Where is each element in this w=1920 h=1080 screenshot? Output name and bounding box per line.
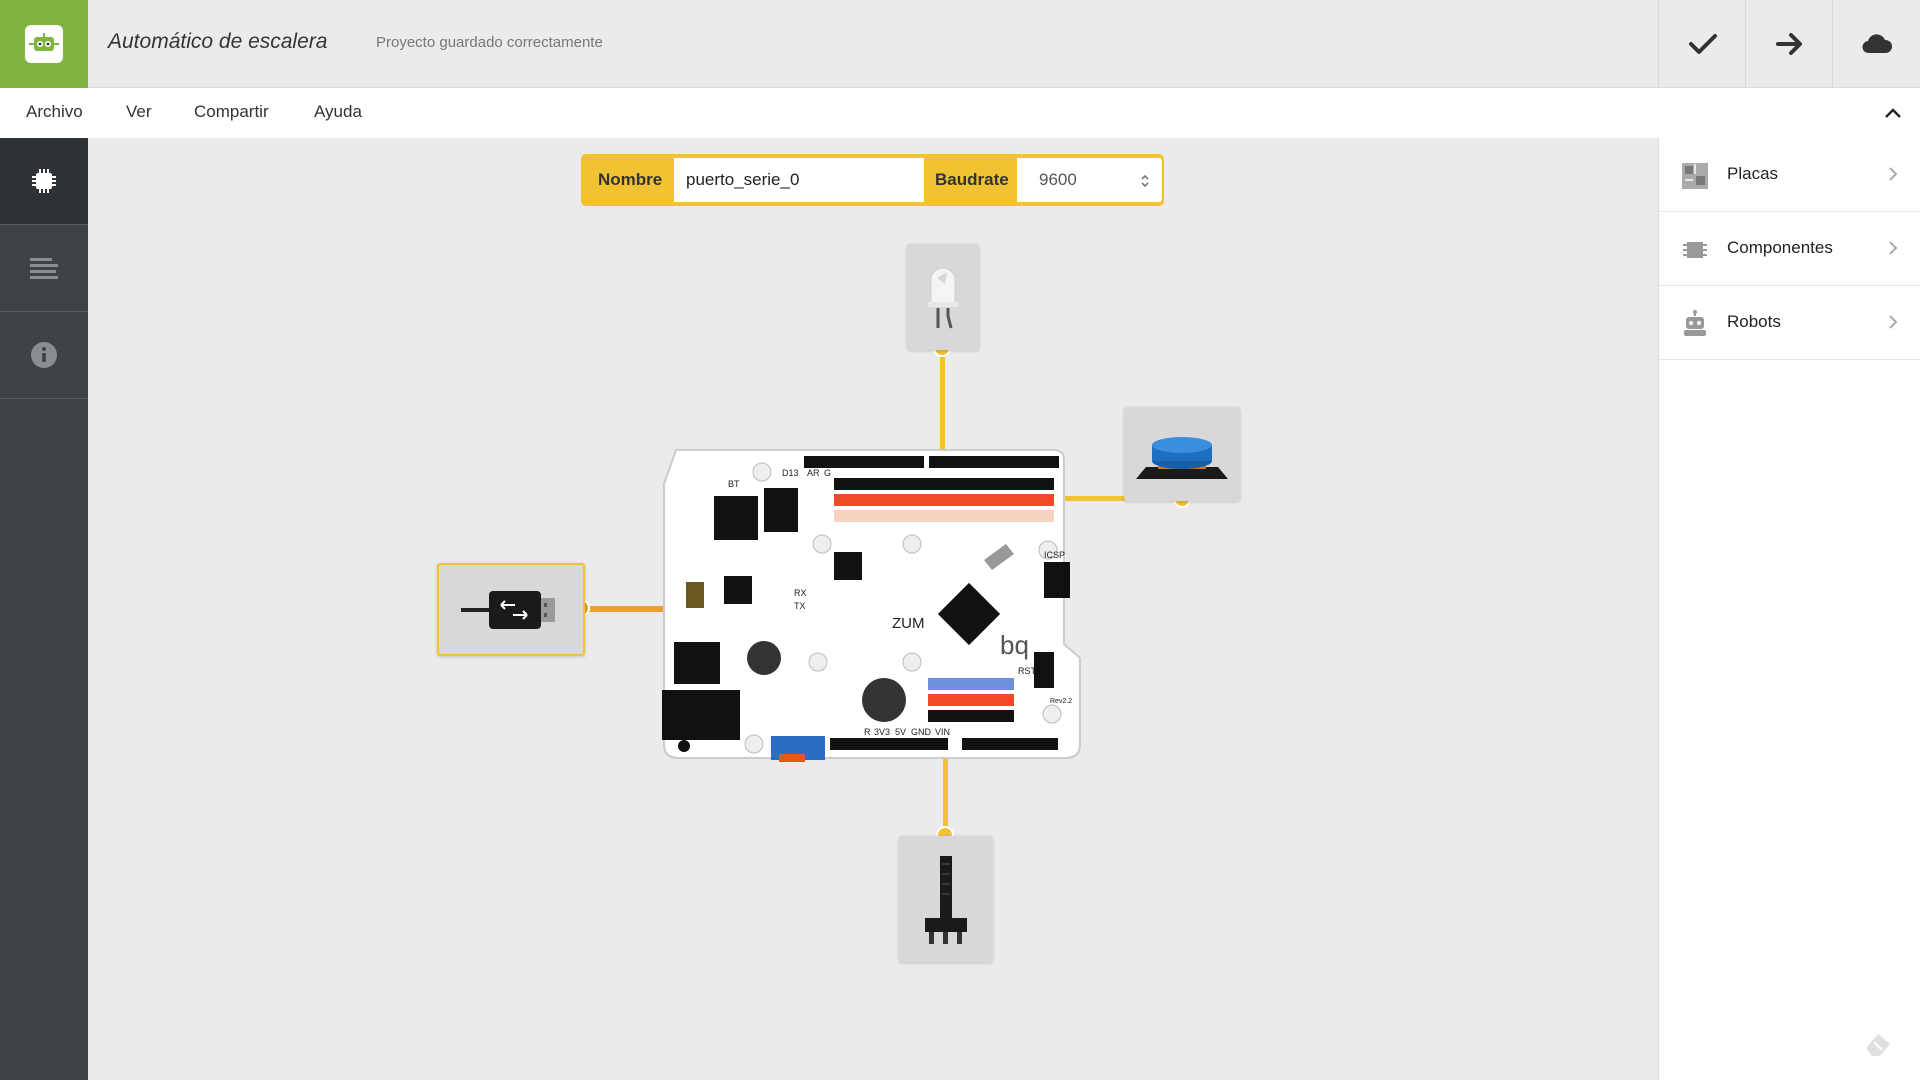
baudrate-label: Baudrate xyxy=(935,170,1009,189)
sidebar-item-label: Placas xyxy=(1727,164,1779,183)
cloud-icon xyxy=(1861,34,1892,54)
chevron-right-icon xyxy=(1889,241,1898,255)
menu-ayuda[interactable]: Ayuda xyxy=(314,102,362,122)
led-component[interactable] xyxy=(907,244,979,350)
label-power-vin: VIN xyxy=(935,727,951,737)
usb-plug-icon xyxy=(461,591,555,629)
label-g: G xyxy=(824,468,832,478)
upload-button[interactable] xyxy=(1745,0,1833,88)
label-power-5v: 5V xyxy=(895,727,907,737)
collapse-menu-button[interactable] xyxy=(1880,100,1906,126)
potentiometer-component[interactable] xyxy=(899,836,993,962)
eraser-icon[interactable] xyxy=(1862,1030,1894,1058)
menu-archivo[interactable]: Archivo xyxy=(26,102,83,122)
chevron-up-icon xyxy=(1885,108,1901,118)
save-status: Proyecto guardado correctamente xyxy=(376,34,603,51)
led-icon xyxy=(928,267,958,329)
cloud-button[interactable] xyxy=(1832,0,1920,88)
baudrate-select[interactable]: 9600 xyxy=(1017,158,1162,202)
project-title[interactable]: Automático de escalera xyxy=(108,30,327,54)
menu-compartir[interactable]: Compartir xyxy=(194,102,269,122)
sidebar-item-componentes[interactable]: Componentes xyxy=(1659,212,1920,286)
app-logo[interactable] xyxy=(0,0,88,88)
tab-info[interactable] xyxy=(0,312,88,399)
label-power-r: R xyxy=(864,727,871,737)
chip-icon xyxy=(32,169,56,193)
zum-board[interactable]: ZUM bq D13 AR G BT RX TX ICSP RST Rev2.2… xyxy=(654,444,1084,764)
sidebar-item-placas[interactable]: Placas xyxy=(1659,138,1920,212)
label-tx: TX xyxy=(794,601,806,611)
serial-name-input[interactable] xyxy=(674,158,924,202)
label-power-gnd: GND xyxy=(911,727,931,737)
select-arrows-icon xyxy=(1141,174,1149,188)
robot-logo-icon xyxy=(25,25,63,63)
app-header: Automático de escalera Proyecto guardado… xyxy=(0,0,1920,88)
label-bt: BT xyxy=(728,479,740,489)
chevron-right-icon xyxy=(1889,167,1898,181)
checkmark-icon xyxy=(1688,34,1717,54)
label-power-3v3: 3V3 xyxy=(874,727,891,737)
button-component[interactable] xyxy=(1124,407,1240,501)
label-ar: AR xyxy=(807,468,820,478)
name-label: Nombre xyxy=(598,170,663,189)
serial-port-component[interactable] xyxy=(437,563,585,656)
label-rev: Rev2.2 xyxy=(1050,698,1073,705)
robot-icon xyxy=(1684,310,1706,336)
chevron-right-icon xyxy=(1889,315,1898,329)
board-brand-label: bq xyxy=(1000,630,1029,660)
sidebar-item-label: Robots xyxy=(1727,312,1781,331)
chip-icon xyxy=(1683,242,1707,258)
left-sidebar xyxy=(0,138,88,1080)
arrow-right-icon xyxy=(1775,33,1802,55)
info-icon xyxy=(31,342,57,368)
sidebar-item-robots[interactable]: Robots xyxy=(1659,286,1920,360)
menu-bar: Archivo Ver Compartir Ayuda xyxy=(0,88,1920,138)
label-icsp: ICSP xyxy=(1044,550,1066,560)
verify-button[interactable] xyxy=(1658,0,1746,88)
menu-ver[interactable]: Ver xyxy=(126,102,152,122)
label-d13: D13 xyxy=(782,468,799,478)
board-icon xyxy=(1682,163,1708,189)
potentiometer-icon xyxy=(925,856,967,944)
tab-code[interactable] xyxy=(0,225,88,312)
text-lines-icon xyxy=(30,258,58,279)
tab-hardware[interactable] xyxy=(0,138,88,225)
label-rx: RX xyxy=(794,588,807,598)
serial-config-bar: Nombre Baudrate 9600 xyxy=(581,154,1164,206)
push-button-icon xyxy=(1136,437,1228,479)
label-rst: RST xyxy=(1018,666,1036,676)
baudrate-value: 9600 xyxy=(1039,170,1077,189)
board-name-label: ZUM xyxy=(892,615,925,632)
sidebar-item-label: Componentes xyxy=(1727,238,1833,257)
right-sidebar: Placas Componentes Robots xyxy=(1658,138,1920,1080)
